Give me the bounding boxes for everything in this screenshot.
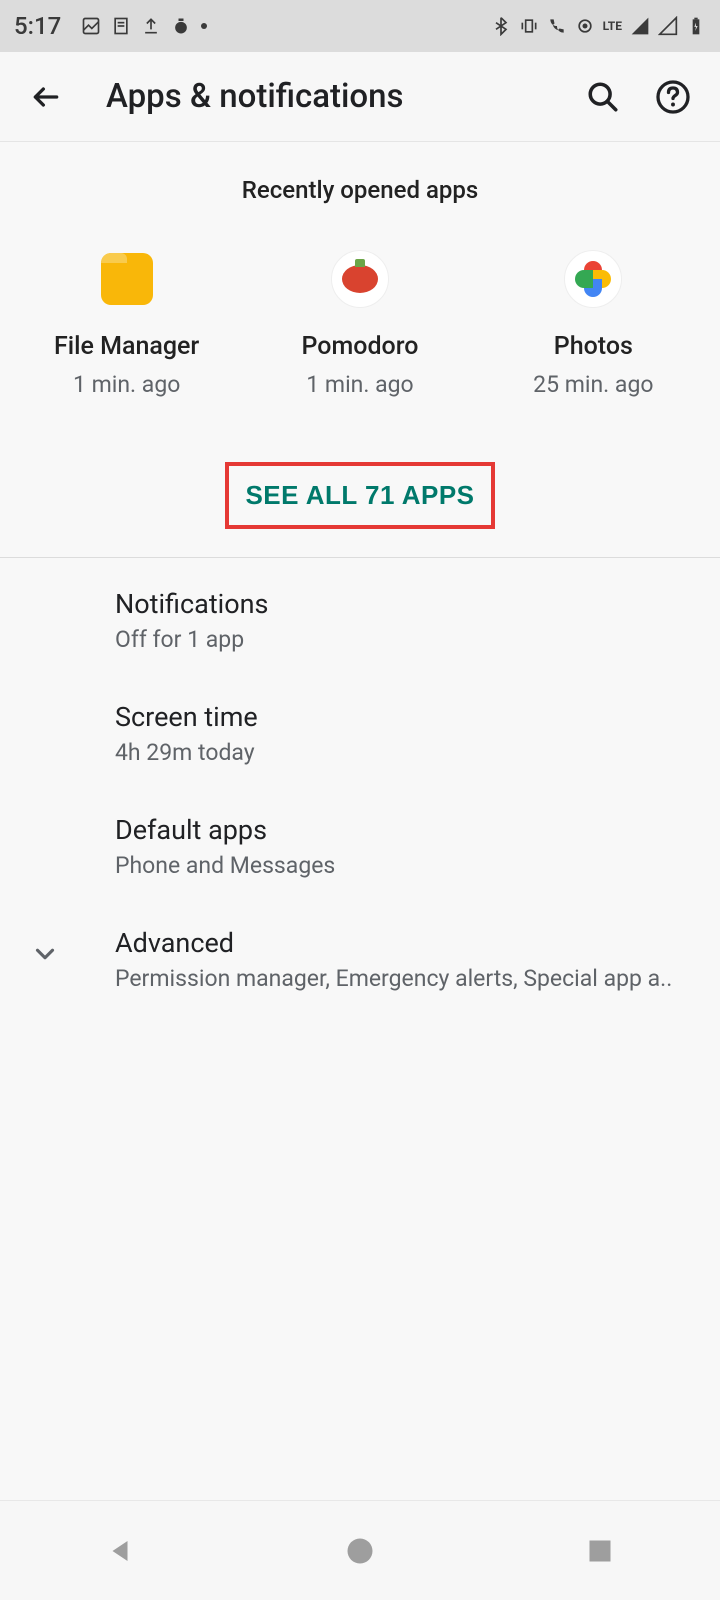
hotspot-icon (575, 16, 595, 36)
settings-subtitle: Off for 1 app (115, 626, 675, 653)
file-manager-icon (98, 250, 156, 308)
back-button[interactable] (28, 79, 64, 115)
app-bar: Apps & notifications (0, 52, 720, 142)
app-name-label: File Manager (54, 332, 199, 361)
settings-item-screen-time[interactable]: Screen time 4h 29m today (0, 677, 720, 790)
dot-icon (201, 23, 207, 29)
status-bar: 5:17 LTE (0, 0, 720, 52)
app-time-label: 1 min. ago (306, 371, 413, 398)
settings-item-notifications[interactable]: Notifications Off for 1 app (0, 564, 720, 677)
help-icon (655, 79, 691, 115)
page-title: Apps & notifications (106, 77, 404, 116)
settings-title: Advanced (115, 927, 690, 959)
settings-subtitle: Phone and Messages (115, 852, 675, 879)
see-all-apps-button[interactable]: SEE ALL 71 APPS (225, 462, 494, 529)
volte-icon (547, 16, 567, 36)
square-recent-icon (586, 1537, 614, 1565)
timer-icon (171, 16, 191, 36)
recent-app-photos[interactable]: Photos 25 min. ago (493, 250, 693, 398)
settings-subtitle: Permission manager, Emergency alerts, Sp… (115, 965, 675, 992)
lte-label: LTE (603, 19, 622, 33)
settings-item-advanced[interactable]: Advanced Permission manager, Emergency a… (0, 903, 720, 1016)
vibrate-icon (519, 16, 539, 36)
settings-item-default-apps[interactable]: Default apps Phone and Messages (0, 790, 720, 903)
app-time-label: 1 min. ago (73, 371, 180, 398)
settings-list: Notifications Off for 1 app Screen time … (0, 558, 720, 1022)
battery-icon (686, 16, 706, 36)
app-name-label: Photos (554, 332, 633, 361)
app-name-label: Pomodoro (302, 332, 419, 361)
image-icon (81, 16, 101, 36)
triangle-back-icon (105, 1536, 135, 1566)
settings-title: Screen time (115, 701, 690, 733)
search-button[interactable] (584, 78, 622, 116)
status-right-icons: LTE (491, 16, 706, 36)
pomodoro-icon (331, 250, 389, 308)
settings-subtitle: 4h 29m today (115, 739, 675, 766)
content-area: Recently opened apps File Manager 1 min.… (0, 142, 720, 1500)
bluetooth-icon (491, 16, 511, 36)
recent-apps-row: File Manager 1 min. ago Pomodoro 1 min. … (0, 214, 720, 422)
back-arrow-icon (30, 81, 62, 113)
signal2-icon (658, 16, 678, 36)
circle-home-icon (345, 1536, 375, 1566)
app-time-label: 25 min. ago (533, 371, 653, 398)
help-button[interactable] (654, 78, 692, 116)
recent-app-file-manager[interactable]: File Manager 1 min. ago (27, 250, 227, 398)
recent-app-pomodoro[interactable]: Pomodoro 1 min. ago (260, 250, 460, 398)
signal-icon (630, 16, 650, 36)
status-time: 5:17 (14, 12, 61, 40)
settings-title: Default apps (115, 814, 690, 846)
chevron-down-icon (30, 939, 60, 969)
nav-back-button[interactable] (70, 1521, 170, 1581)
navigation-bar (0, 1500, 720, 1600)
recent-apps-header: Recently opened apps (0, 142, 720, 214)
nav-recent-button[interactable] (550, 1521, 650, 1581)
status-left-icons (81, 16, 207, 36)
upload-icon (141, 16, 161, 36)
document-icon (111, 16, 131, 36)
nav-home-button[interactable] (310, 1521, 410, 1581)
settings-title: Notifications (115, 588, 690, 620)
photos-icon (564, 250, 622, 308)
search-icon (586, 80, 620, 114)
